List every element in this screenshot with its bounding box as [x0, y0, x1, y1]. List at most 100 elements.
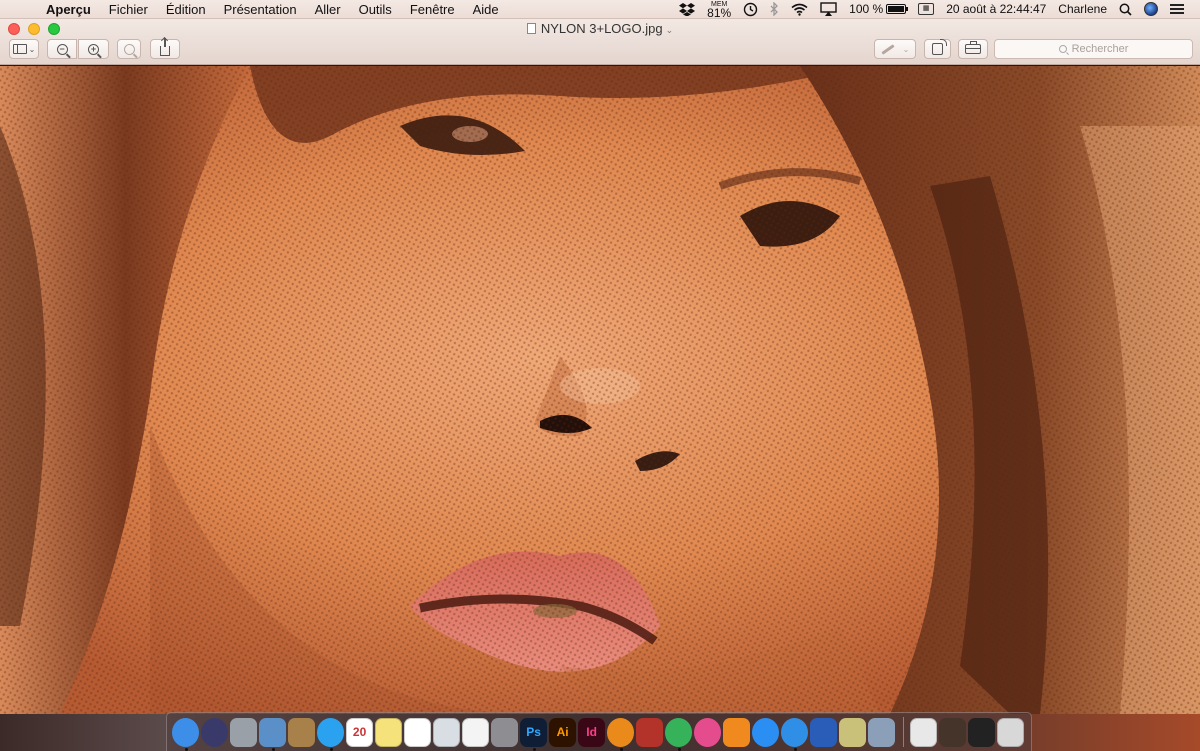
- siri-icon[interactable]: [1144, 2, 1158, 16]
- dock-indesign-label: Id: [586, 725, 597, 739]
- list-glyph-icon: [1170, 4, 1184, 14]
- document-image[interactable]: [0, 66, 1200, 714]
- dock-photoshop-icon[interactable]: Ps: [520, 717, 548, 751]
- document-title-text: NYLON 3+LOGO.jpg: [540, 21, 663, 36]
- sidebar-toggle-button[interactable]: ⌄: [9, 39, 39, 59]
- sidebar-segment: ⌄: [12, 40, 36, 58]
- markup-chevron-down-icon: ⌄: [902, 44, 910, 54]
- status-area: MEM 81% 100 % ▦ 20 août à 22:44:47 Charl…: [673, 0, 1200, 19]
- dock-screen-recording-icon[interactable]: [967, 717, 996, 747]
- memory-value: 81%: [707, 6, 732, 20]
- dock-siri-icon[interactable]: [201, 717, 229, 747]
- airplay-icon[interactable]: [820, 2, 837, 16]
- zoom-in-button[interactable]: +: [78, 39, 109, 59]
- running-indicator: [185, 747, 188, 751]
- dock-reminders-icon[interactable]: [404, 717, 432, 747]
- document-title[interactable]: NYLON 3+LOGO.jpg ⌄: [0, 21, 1200, 36]
- running-indicator: [272, 747, 275, 751]
- sidebar-chevron-down-icon: ⌄: [28, 44, 36, 54]
- dock-archive-utility-icon[interactable]: [839, 717, 867, 747]
- dock-launchpad-icon[interactable]: [230, 717, 258, 747]
- time-machine-icon[interactable]: [743, 2, 758, 17]
- halftone-portrait-image: [0, 66, 1200, 714]
- document-file-icon: [526, 23, 536, 34]
- menu-fenetre[interactable]: Fenêtre: [401, 0, 464, 19]
- dock-photo-app-icon[interactable]: [636, 717, 664, 747]
- spotlight-search-icon[interactable]: [1119, 3, 1132, 16]
- search-placeholder: Rechercher: [1071, 43, 1129, 55]
- siri-orb-icon: [1144, 2, 1158, 16]
- toolbox-icon: [965, 41, 981, 54]
- share-icon: [160, 38, 170, 56]
- dock-ibooks-icon[interactable]: [723, 717, 751, 747]
- menu-aide[interactable]: Aide: [464, 0, 508, 19]
- menu-bar: Aperçu Fichier Édition Présentation Alle…: [0, 0, 1200, 19]
- zoom-fit-icon: [123, 43, 135, 55]
- dock-indesign-icon[interactable]: Id: [578, 717, 606, 747]
- running-indicator: [794, 747, 797, 751]
- menu-fichier[interactable]: Fichier: [100, 0, 157, 19]
- dock-messages-icon[interactable]: [317, 717, 345, 751]
- markup-toolbar-button[interactable]: [958, 39, 988, 59]
- dock-photoshop-file-icon[interactable]: [938, 717, 967, 747]
- running-indicator: [330, 747, 333, 751]
- menu-aller[interactable]: Aller: [306, 0, 350, 19]
- running-indicator: [533, 747, 536, 751]
- dock-trash-icon[interactable]: [996, 717, 1025, 747]
- dock-image-capture-icon[interactable]: [868, 717, 896, 747]
- dock-safari-icon[interactable]: [781, 717, 809, 751]
- user-name[interactable]: Charlene: [1058, 2, 1107, 16]
- menu-edition[interactable]: Édition: [157, 0, 215, 19]
- clock[interactable]: 20 août à 22:44:47: [946, 2, 1046, 16]
- dock-illustrator-icon[interactable]: Ai: [549, 717, 577, 747]
- wifi-icon[interactable]: [791, 3, 808, 16]
- dock-calendar-label: 20: [352, 725, 367, 739]
- dropbox-icon[interactable]: [679, 2, 696, 16]
- dock-photos-icon[interactable]: [462, 717, 490, 747]
- dock-photo-booth-icon[interactable]: [433, 717, 461, 747]
- calendar-menu-icon[interactable]: ▦: [918, 3, 935, 15]
- rotate-button[interactable]: [924, 39, 951, 59]
- menu-app-name[interactable]: Aperçu: [44, 0, 100, 19]
- dock-excel-file-icon[interactable]: [909, 717, 938, 747]
- markup-button[interactable]: ⌄: [874, 39, 916, 59]
- battery-percent: 100 %: [849, 2, 884, 16]
- markup-pen-icon: [881, 43, 895, 55]
- title-chevron-down-icon[interactable]: ⌄: [666, 25, 674, 35]
- zoom-in-icon: +: [88, 43, 99, 55]
- dock-calendar-icon[interactable]: 20: [346, 717, 374, 747]
- notification-center-icon[interactable]: [1170, 4, 1184, 14]
- menu-outils[interactable]: Outils: [350, 0, 401, 19]
- dock-facetime-icon[interactable]: [665, 717, 693, 751]
- dock-finder-icon[interactable]: [172, 717, 200, 751]
- memory-monitor[interactable]: MEM 81%: [707, 1, 732, 20]
- dock-illustrator-label: Ai: [556, 725, 569, 739]
- search-icon: [1058, 45, 1067, 53]
- dock-vlc-icon[interactable]: [607, 717, 635, 751]
- rotate-icon: [932, 39, 947, 55]
- share-button[interactable]: [150, 38, 180, 59]
- zoom-out-button[interactable]: −: [47, 39, 77, 59]
- search-field[interactable]: Rechercher: [994, 39, 1193, 59]
- zoom-out-icon: −: [56, 43, 68, 55]
- sidebar-icon: [12, 40, 27, 58]
- running-indicator: [678, 747, 681, 751]
- dock-contacts-icon[interactable]: [288, 717, 316, 747]
- preview-window: NYLON 3+LOGO.jpg ⌄ ⌄ − + ⌄ Rechercher: [0, 19, 1200, 714]
- dock-itunes-icon[interactable]: [694, 717, 722, 747]
- bluetooth-icon[interactable]: [770, 2, 779, 16]
- battery-fill: [888, 6, 905, 12]
- dock-preview-icon[interactable]: [259, 717, 287, 751]
- dock-system-preferences-icon[interactable]: [491, 717, 519, 747]
- dock-notes-icon[interactable]: [375, 717, 403, 747]
- battery-icon: [886, 4, 909, 14]
- dock: 20 Ps Ai Id: [166, 712, 1032, 751]
- dock-photoshop-label: Ps: [526, 725, 541, 739]
- battery-status[interactable]: 100 %: [849, 2, 909, 16]
- dock-teamviewer-icon[interactable]: [810, 717, 838, 747]
- calendar-glyph-icon: ▦: [918, 3, 935, 15]
- dock-app-store-icon[interactable]: [752, 717, 780, 747]
- menu-presentation[interactable]: Présentation: [215, 0, 306, 19]
- zoom-fit-button[interactable]: [117, 39, 141, 59]
- title-bar: NYLON 3+LOGO.jpg ⌄ ⌄ − + ⌄ Rechercher: [0, 19, 1200, 65]
